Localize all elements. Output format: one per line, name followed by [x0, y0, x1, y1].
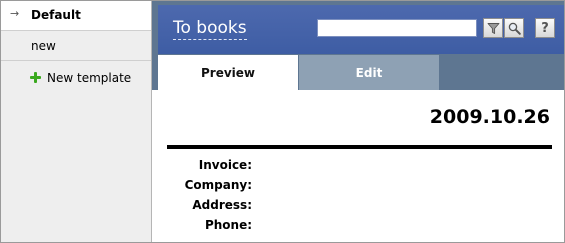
sidebar-item-label: Default	[31, 8, 81, 22]
new-template-button[interactable]: New template	[1, 61, 151, 95]
template-sidebar: → Default new New template	[1, 1, 152, 242]
search-icon	[508, 22, 521, 35]
sidebar-item-new[interactable]: new	[1, 31, 151, 61]
field-label: Invoice:	[198, 158, 252, 172]
new-template-label: New template	[47, 71, 132, 85]
tab-preview[interactable]: Preview	[158, 55, 298, 90]
sidebar-item-label: new	[31, 39, 56, 53]
tab-edit[interactable]: Edit	[299, 55, 439, 90]
search-input[interactable]	[317, 19, 477, 37]
top-bar: To books ? Preview Edit	[152, 1, 564, 90]
document-preview: 2009.10.26 Invoice: Company: Address: Ph…	[152, 90, 564, 242]
field-label: Company:	[184, 178, 252, 192]
field-row-invoice: Invoice:	[167, 158, 367, 178]
divider	[167, 145, 552, 149]
arrow-right-icon: →	[10, 7, 20, 20]
field-row-address: Address:	[167, 198, 367, 218]
plus-icon	[30, 72, 41, 83]
filter-icon	[487, 22, 499, 34]
app-frame: → Default new New template To books ? Pr…	[0, 0, 565, 243]
field-label: Phone:	[204, 218, 252, 232]
search-button[interactable]	[504, 18, 524, 38]
main-panel: To books ? Preview Edit 2009.10.26 Invoi…	[152, 1, 564, 242]
field-row-phone: Phone:	[167, 218, 367, 238]
help-button[interactable]: ?	[535, 18, 555, 38]
field-label: Address:	[192, 198, 252, 212]
tab-bar: Preview Edit	[158, 55, 564, 90]
header-band: To books ?	[158, 5, 564, 54]
document-date: 2009.10.26	[429, 106, 550, 128]
filter-button[interactable]	[483, 18, 503, 38]
document-fields: Invoice: Company: Address: Phone:	[167, 158, 367, 238]
field-row-company: Company:	[167, 178, 367, 198]
to-books-link[interactable]: To books	[173, 18, 247, 40]
sidebar-item-default[interactable]: → Default	[1, 1, 151, 31]
